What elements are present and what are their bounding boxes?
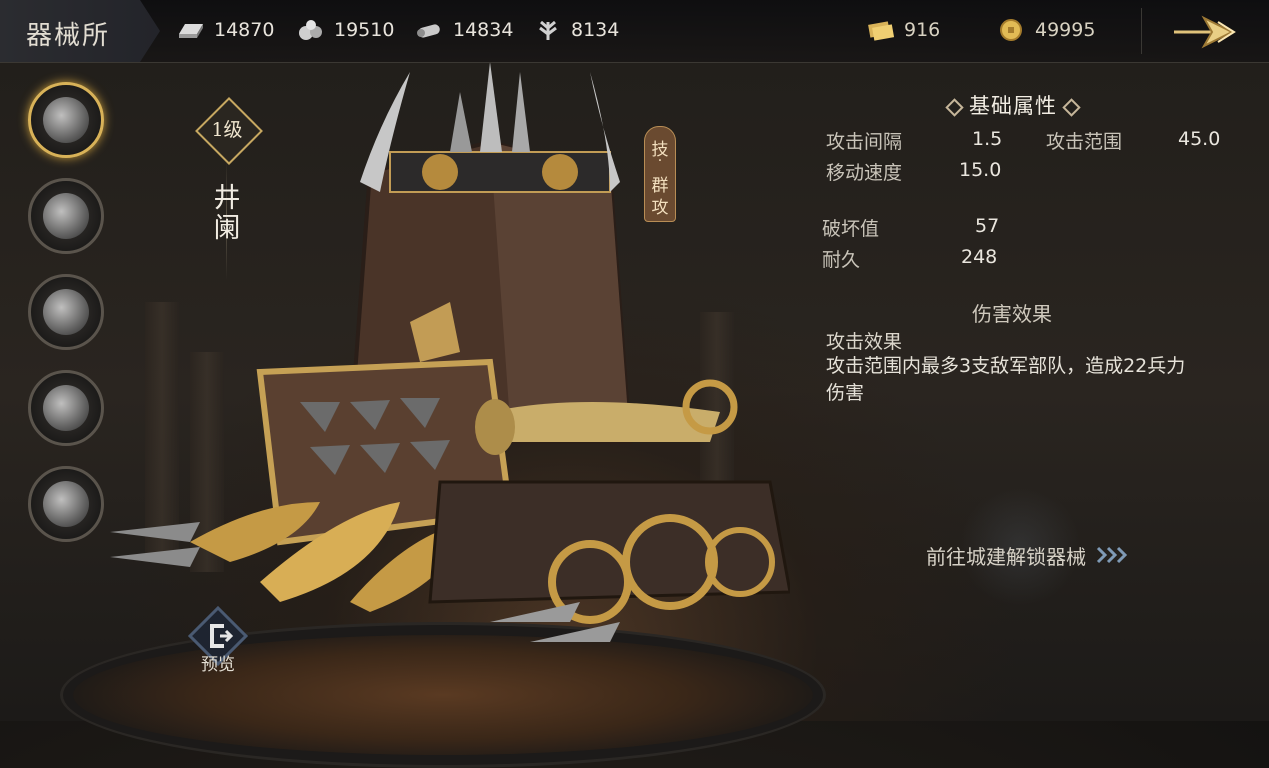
- wood-log-icon: [417, 24, 440, 38]
- iron-ingot-icon: [179, 24, 203, 38]
- divider: [1141, 8, 1142, 54]
- tower-machine-icon: [43, 97, 89, 143]
- destroy-label: 破坏值: [822, 218, 880, 240]
- move-speed-label: 移动速度: [826, 162, 903, 184]
- gold-coin-icon: [1000, 19, 1022, 41]
- machine-option-catapult[interactable]: [28, 178, 104, 254]
- resource-value: 14870: [214, 19, 275, 41]
- resource-stone: 19510: [296, 16, 394, 44]
- siege-machine-model[interactable]: [110, 62, 790, 682]
- resource-grain: 8134: [533, 16, 619, 44]
- machine-option-skull[interactable]: [28, 370, 104, 446]
- resource-iron: 14870: [176, 16, 274, 44]
- goto-unlock-link[interactable]: 前往城建解锁器械: [926, 540, 1130, 570]
- goto-unlock-label: 前往城建解锁器械: [926, 544, 1086, 569]
- effect-description: 攻击范围内最多3支敌军部队，造成22兵力伤害: [826, 355, 1186, 404]
- skill-tag-bottom-2: 攻: [651, 198, 669, 218]
- damage-effect-header: 伤害效果: [972, 302, 1052, 326]
- durability-label: 耐久: [822, 249, 861, 271]
- level-text: 1级: [211, 119, 243, 141]
- resource-wood: 14834: [415, 16, 513, 44]
- grain-icon: [539, 20, 557, 40]
- diamond-icon: [1062, 97, 1081, 117]
- effect-title: 攻击效果: [826, 331, 903, 353]
- currency-tickets: 916: [866, 16, 940, 44]
- attack-interval-value: 1.5: [972, 128, 1003, 150]
- ram-icon: [43, 289, 89, 335]
- siege-tower-icon: [43, 481, 89, 527]
- machine-option-ram[interactable]: [28, 274, 104, 350]
- attack-interval-label: 攻击间隔: [826, 131, 903, 153]
- preview-label: 预览: [201, 655, 235, 675]
- gold-tickets-icon: [868, 21, 895, 41]
- currency-value: 49995: [1035, 19, 1096, 41]
- skill-tag[interactable]: 技 · 群 攻: [644, 126, 676, 222]
- attack-range-value: 45.0: [1178, 128, 1221, 150]
- attack-range-label: 攻击范围: [1046, 131, 1123, 153]
- resource-value: 8134: [571, 19, 620, 41]
- resource-value: 19510: [334, 19, 395, 41]
- arrow-right-icon[interactable]: [1168, 14, 1244, 50]
- stone-pile-icon: [299, 20, 322, 40]
- machine-option-tower[interactable]: [28, 82, 104, 158]
- durability-value: 248: [961, 246, 998, 268]
- stats-header-text: 基础属性: [969, 94, 1057, 118]
- move-speed-value: 15.0: [959, 159, 1002, 181]
- destroy-value: 57: [975, 215, 1000, 237]
- diamond-icon: [945, 97, 964, 117]
- skill-tag-separator: ·: [657, 153, 663, 169]
- machine-option-siege-tower[interactable]: [28, 466, 104, 542]
- top-bar: 器械所 14870 19510 14834 8134 916 49995: [0, 0, 1269, 63]
- triple-chevron-right-icon: [1096, 546, 1128, 564]
- skull-shield-icon: [43, 385, 89, 431]
- unit-name: 井阑: [213, 183, 241, 244]
- stats-header: 基础属性: [933, 90, 1093, 120]
- page-title: 器械所: [26, 21, 111, 51]
- resource-value: 14834: [453, 19, 514, 41]
- catapult-icon: [43, 193, 89, 239]
- currency-gold: 49995: [997, 16, 1095, 44]
- currency-value: 916: [904, 19, 941, 41]
